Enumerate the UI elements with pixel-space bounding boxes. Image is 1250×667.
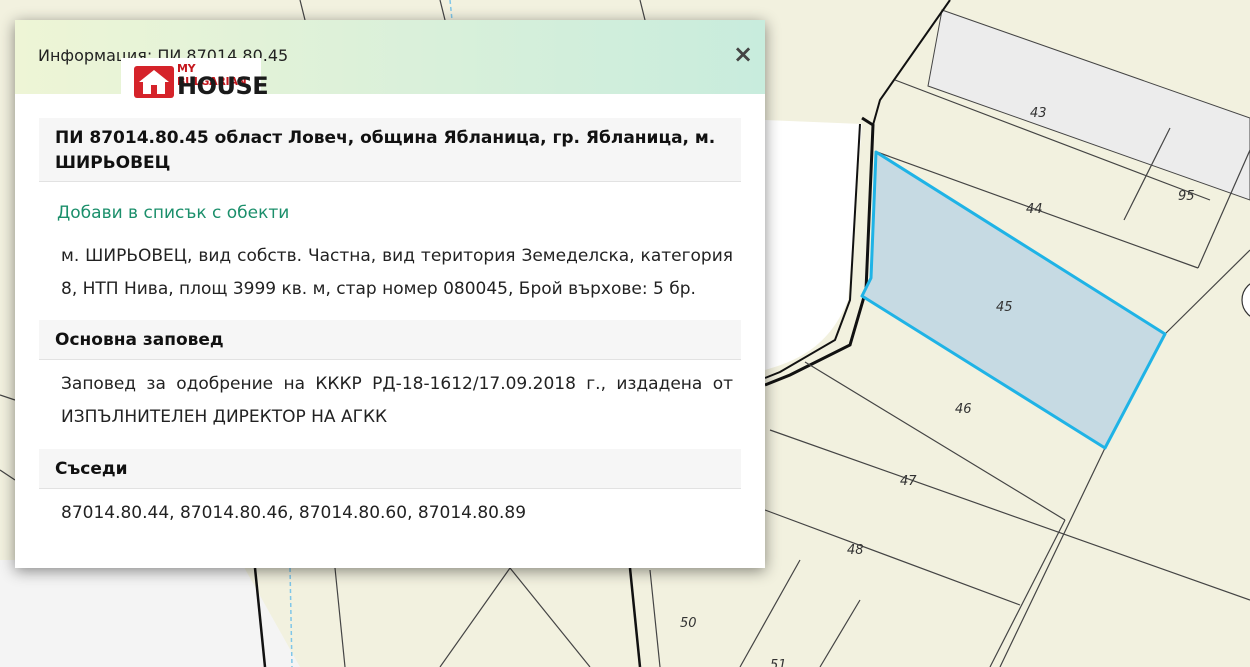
add-to-list-link[interactable]: Добави в списък с обекти xyxy=(57,203,289,223)
parcel-label: 43 xyxy=(1030,106,1047,121)
parcel-label: 50 xyxy=(680,616,697,631)
parcel-label: 48 xyxy=(847,543,864,558)
my-bulgarian-house-logo: MY BULGARIAN HOUSE xyxy=(121,58,269,104)
parcel-label: 44 xyxy=(1026,202,1043,217)
order-heading: Основна заповед xyxy=(39,320,741,360)
parcel-label: 45 xyxy=(996,300,1013,315)
logo-big-text: HOUSE xyxy=(177,72,269,100)
neighbors-text: 87014.80.44, 87014.80.46, 87014.80.60, 8… xyxy=(61,503,527,523)
parcel-heading: ПИ 87014.80.45 област Ловеч, община Ябла… xyxy=(39,118,741,182)
neighbors-heading: Съседи xyxy=(39,449,741,489)
parcel-label: 95 xyxy=(1178,189,1195,204)
parcel-label: 46 xyxy=(955,402,972,417)
parcel-description: м. ШИРЬОВЕЦ, вид собств. Частна, вид тер… xyxy=(61,246,733,299)
house-icon xyxy=(134,66,174,98)
parcel-label: 47 xyxy=(900,474,917,489)
close-button[interactable]: × xyxy=(731,42,755,66)
order-text: Заповед за одобрение на КККР РД-18-1612/… xyxy=(61,374,733,427)
parcel-label: 51 xyxy=(770,658,787,667)
